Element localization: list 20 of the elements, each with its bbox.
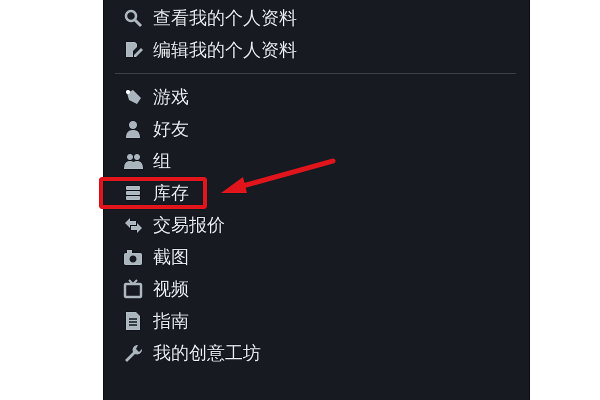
menu-item[interactable]: 编辑我的个人资料 (99, 34, 315, 66)
camera-icon (123, 247, 143, 267)
menu-item[interactable]: 截图 (99, 241, 207, 273)
search-icon (123, 8, 143, 28)
menu-item[interactable]: 好友 (99, 113, 207, 145)
menu-item[interactable]: 库存 (99, 177, 207, 209)
menu-item[interactable]: 视频 (99, 273, 207, 305)
menu-item[interactable]: 我的创意工坊 (99, 337, 279, 369)
menu-item[interactable]: 查看我的个人资料 (99, 2, 315, 34)
menu-item[interactable]: 游戏 (99, 81, 207, 113)
menu-item[interactable]: 指南 (99, 305, 207, 337)
menu-item[interactable]: 交易报价 (99, 209, 243, 241)
stack-icon (123, 183, 143, 203)
menu-item[interactable]: 组 (99, 145, 189, 177)
people-icon (123, 151, 143, 171)
wrench-icon (123, 343, 143, 363)
edit-icon (123, 40, 143, 60)
document-icon (123, 311, 143, 331)
person-icon (123, 119, 143, 139)
tv-icon (123, 279, 143, 299)
